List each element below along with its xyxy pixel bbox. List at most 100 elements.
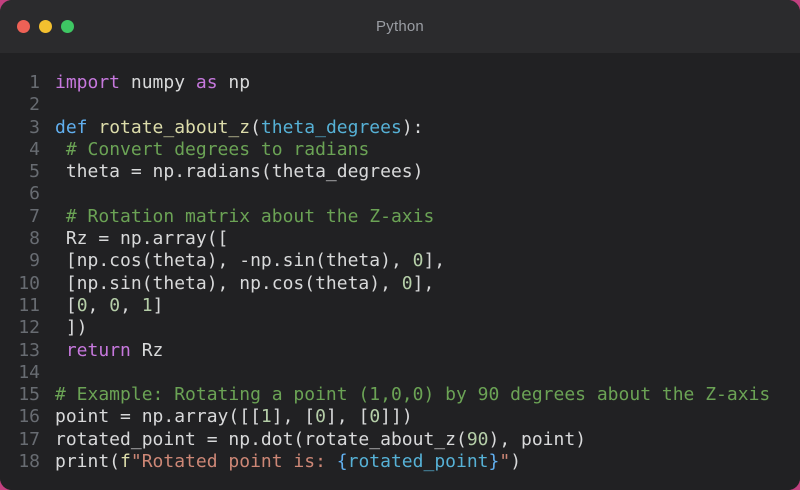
traffic-lights bbox=[0, 20, 74, 33]
close-button[interactable] bbox=[17, 20, 30, 33]
code-token: Rz = np.array([ bbox=[55, 228, 229, 250]
code-line: 12 ]) bbox=[0, 317, 800, 339]
line-number: 14 bbox=[18, 361, 40, 383]
code-line: 4 # Convert degrees to radians bbox=[0, 139, 800, 161]
code-line: 18 print(f"Rotated point is: {rotated_poi… bbox=[0, 451, 800, 473]
titlebar[interactable]: Python bbox=[0, 0, 800, 53]
code-token: ) bbox=[510, 451, 522, 473]
line-number: 15 bbox=[18, 384, 40, 406]
code-token: ), point) bbox=[488, 428, 587, 450]
line-number: 10 bbox=[18, 272, 40, 294]
code-token: # Rotation matrix about the Z-axis bbox=[65, 205, 435, 227]
code-text: print(f"Rotated point is: {rotated_point… bbox=[55, 451, 521, 473]
code-line: 14 bbox=[0, 362, 800, 384]
line-number: 11 bbox=[18, 294, 40, 316]
code-text: # Convert degrees to radians bbox=[55, 139, 369, 161]
code-token: # Convert degrees to radians bbox=[65, 138, 370, 160]
line-number: 9 bbox=[29, 250, 40, 272]
code-text: theta = np.radians(theta_degrees) bbox=[55, 161, 424, 183]
code-text: def rotate_about_z(theta_degrees): bbox=[55, 117, 424, 139]
code-text: return Rz bbox=[55, 339, 164, 362]
code-text: point = np.array([[1], [0], [0]]) bbox=[55, 406, 413, 428]
code-token: as bbox=[195, 72, 218, 93]
code-token: f bbox=[120, 451, 131, 473]
code-token: np bbox=[217, 72, 251, 93]
code-token: rotate_about_z bbox=[98, 116, 251, 138]
code-line: 8 Rz = np.array([ bbox=[0, 228, 800, 250]
code-token: ( bbox=[250, 116, 261, 138]
code-line: 15 # Example: Rotating a point (1,0,0) by… bbox=[0, 384, 800, 406]
code-token: } bbox=[488, 451, 500, 473]
line-number: 16 bbox=[18, 406, 40, 428]
code-token: [ bbox=[55, 294, 77, 316]
line-number: 7 bbox=[29, 205, 40, 227]
code-token: ): bbox=[401, 116, 424, 138]
code-line: 7 # Rotation matrix about the Z-axis bbox=[0, 206, 800, 228]
code-token: ], bbox=[412, 272, 435, 294]
code-token: print( bbox=[55, 451, 121, 473]
code-token: return bbox=[65, 339, 131, 361]
code-token: 0 bbox=[76, 294, 88, 316]
code-line: 2 bbox=[0, 94, 800, 116]
code-token: "Rotated point is: bbox=[130, 451, 337, 473]
minimize-button[interactable] bbox=[39, 20, 52, 33]
code-token: theta = np.radians(theta_degrees) bbox=[55, 161, 424, 183]
code-line: 9 [np.cos(theta), -np.sin(theta), 0], bbox=[0, 250, 800, 272]
line-number: 6 bbox=[29, 183, 40, 205]
code-line: 11 [0, 0, 1] bbox=[0, 295, 800, 317]
code-token: theta_degrees bbox=[260, 116, 402, 138]
code-token: [np.sin(theta), np.cos(theta), bbox=[55, 272, 402, 294]
line-number: 5 bbox=[29, 161, 40, 183]
code-line: 1 import numpy as np bbox=[0, 72, 800, 94]
code-token: 1 bbox=[141, 294, 153, 316]
code-token: , bbox=[120, 294, 142, 316]
line-number: 18 bbox=[18, 451, 40, 473]
code-token: 0 bbox=[412, 250, 424, 272]
code-text: Rz = np.array([ bbox=[55, 228, 229, 250]
code-token: ], [ bbox=[271, 406, 316, 428]
code-text: # Rotation matrix about the Z-axis bbox=[55, 206, 434, 228]
code-token: " bbox=[499, 451, 511, 473]
code-line: 13 return Rz bbox=[0, 340, 800, 362]
line-number: 17 bbox=[18, 428, 40, 450]
code-token: point = np.array([[ bbox=[55, 406, 261, 428]
code-token: numpy bbox=[120, 72, 196, 93]
code-token: # Example: Rotating a point (1,0,0) by 9… bbox=[55, 384, 771, 406]
line-number: 12 bbox=[18, 317, 40, 339]
code-token: 0 bbox=[315, 406, 326, 428]
code-token: rotated_point bbox=[347, 451, 489, 473]
code-line: 16 point = np.array([[1], [0], [0]]) bbox=[0, 406, 800, 428]
window-title: Python bbox=[376, 18, 424, 35]
code-token: ], [ bbox=[325, 406, 370, 428]
code-token: import bbox=[55, 72, 121, 93]
code-token: ] bbox=[152, 294, 164, 316]
code-token: { bbox=[336, 451, 348, 473]
code-line: 10 [np.sin(theta), np.cos(theta), 0], bbox=[0, 273, 800, 295]
code-token: [np.cos(theta), -np.sin(theta), bbox=[55, 250, 413, 272]
code-text: import numpy as np bbox=[55, 72, 250, 94]
code-token: 0 bbox=[369, 406, 381, 428]
code-text: ]) bbox=[55, 317, 88, 339]
code-token: 0 bbox=[401, 272, 413, 294]
code-text: [np.sin(theta), np.cos(theta), 0], bbox=[55, 273, 434, 295]
code-area[interactable]: 1 import numpy as np 2 3 def rotate_about_z(… bbox=[0, 53, 800, 490]
code-token: Rz bbox=[130, 339, 164, 361]
code-token: , bbox=[87, 294, 110, 316]
maximize-button[interactable] bbox=[61, 20, 74, 33]
code-line: 5 theta = np.radians(theta_degrees) bbox=[0, 161, 800, 183]
code-token: ]]) bbox=[380, 406, 413, 428]
code-token: ]) bbox=[55, 317, 88, 339]
code-token: 1 bbox=[260, 406, 272, 428]
code-text: [np.cos(theta), -np.sin(theta), 0], bbox=[55, 250, 445, 272]
code-token: 90 bbox=[466, 428, 489, 450]
line-number: 2 bbox=[29, 94, 40, 116]
line-number: 3 bbox=[29, 116, 40, 138]
code-line: 3 def rotate_about_z(theta_degrees): bbox=[0, 117, 800, 139]
code-line: 17 rotated_point = np.dot(rotate_about_z(… bbox=[0, 429, 800, 451]
code-line: 6 bbox=[0, 183, 800, 205]
code-token: rotated_point = np.dot(rotate_about_z( bbox=[55, 428, 467, 450]
code-text: [0, 0, 1] bbox=[55, 294, 164, 317]
